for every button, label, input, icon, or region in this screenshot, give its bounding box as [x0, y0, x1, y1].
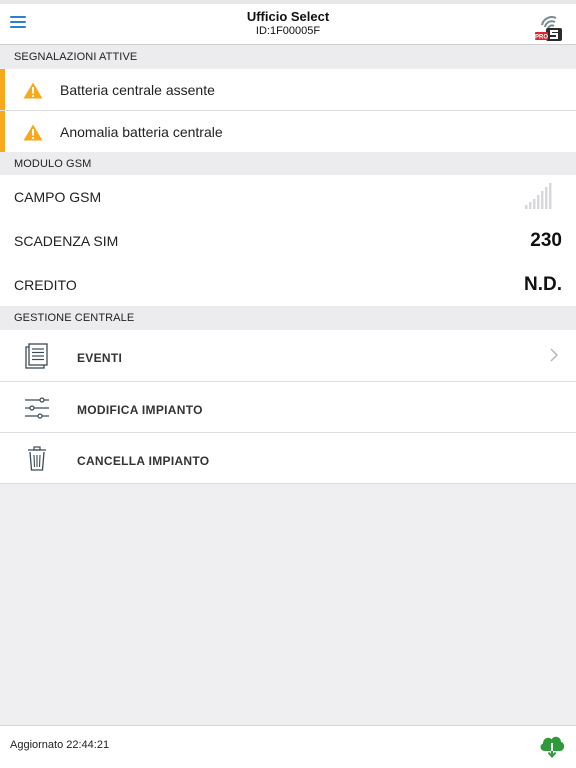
section-gsm-module: MODULO GSM — [0, 152, 576, 176]
delete-system-button[interactable]: CANCELLA IMPIANTO — [0, 433, 576, 484]
alert-item[interactable]: Anomalia batteria centrale — [0, 111, 576, 153]
credit-label: CREDITO — [14, 277, 77, 293]
gsm-signal-row: CAMPO GSM — [0, 175, 576, 219]
alert-item[interactable]: Batteria centrale assente — [0, 69, 576, 111]
section-central-management: GESTIONE CENTRALE — [0, 306, 576, 330]
divider — [0, 483, 576, 484]
gsm-info-panel: CAMPO GSM SCADENZA SIM 230 CREDITO N.D. — [0, 175, 576, 306]
alert-label: Batteria centrale assente — [60, 82, 215, 98]
section-active-alerts: SEGNALAZIONI ATTIVE — [0, 45, 576, 69]
warning-icon — [23, 82, 43, 99]
events-label: EVENTI — [77, 351, 123, 365]
chevron-right-icon — [550, 348, 558, 362]
delete-system-label: CANCELLA IMPIANTO — [77, 454, 210, 468]
sim-expiry-label: SCADENZA SIM — [14, 233, 119, 249]
gsm-signal-label: CAMPO GSM — [14, 189, 102, 205]
sliders-icon — [25, 397, 49, 419]
events-button[interactable]: EVENTI — [0, 330, 576, 381]
credit-row: CREDITO N.D. — [0, 263, 576, 307]
brand-logo-icon[interactable]: PRO — [534, 12, 564, 42]
edit-system-label: MODIFICA IMPIANTO — [77, 403, 203, 417]
edit-system-button[interactable]: MODIFICA IMPIANTO — [0, 382, 576, 433]
signal-strength-icon — [525, 183, 552, 209]
credit-value: N.D. — [524, 274, 562, 295]
sim-expiry-value: 230 — [530, 230, 562, 251]
page-title: Ufficio Select — [246, 9, 330, 24]
device-id: ID:1F00005F — [255, 25, 321, 37]
brand-badge-text: PRO — [535, 35, 548, 41]
status-footer: Aggiornato 22:44:21 — [0, 725, 576, 768]
alert-label: Anomalia batteria centrale — [60, 124, 223, 140]
document-list-icon — [25, 343, 48, 369]
sim-expiry-row: SCADENZA SIM 230 — [0, 219, 576, 263]
cloud-download-icon[interactable] — [538, 732, 566, 758]
trash-icon — [28, 446, 46, 471]
warning-icon — [23, 124, 43, 141]
last-updated-text: Aggiornato 22:44:21 — [10, 739, 110, 751]
app-header: Ufficio Select ID:1F00005F PRO — [0, 0, 576, 45]
header-title-group: Ufficio Select ID:1F00005F — [0, 9, 576, 38]
